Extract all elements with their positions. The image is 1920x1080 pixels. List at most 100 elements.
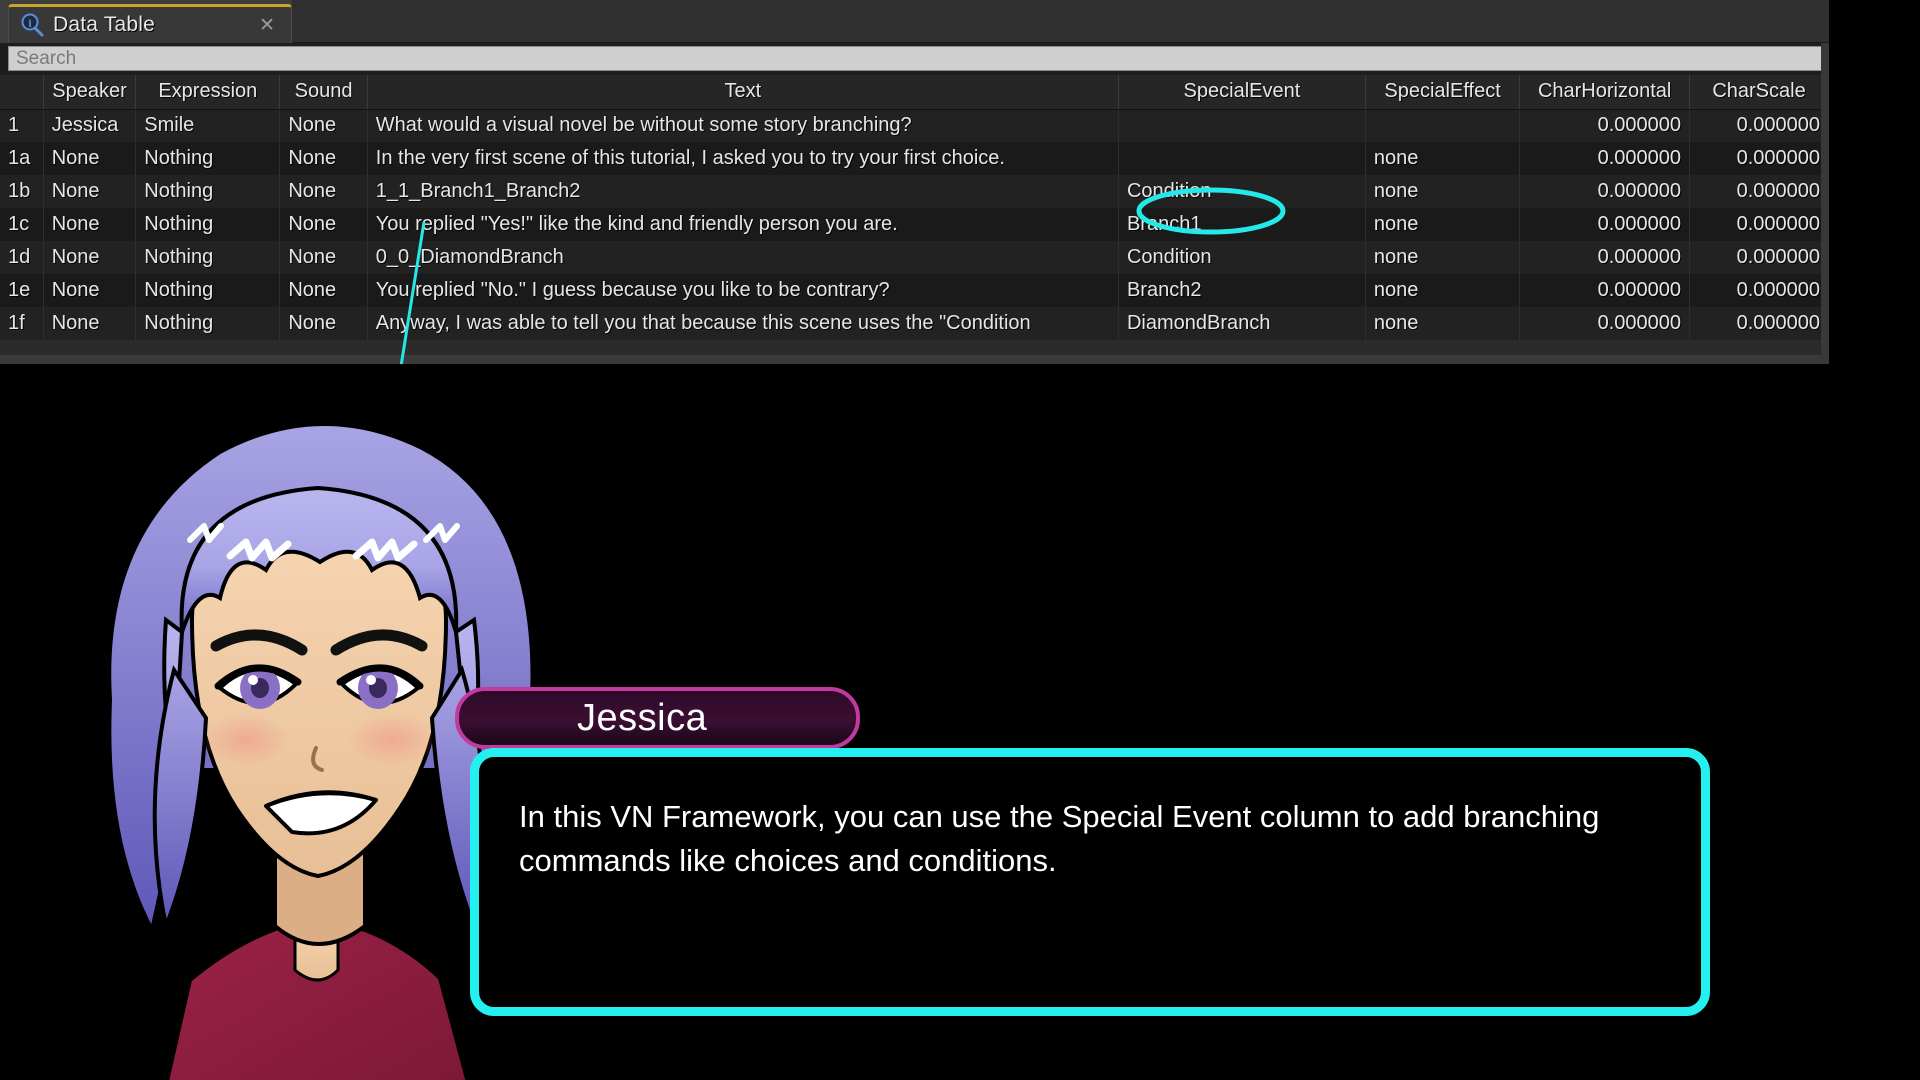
cell-sound[interactable]: None [279, 208, 368, 241]
cell-expression[interactable]: Nothing [135, 208, 281, 241]
column-header-text[interactable]: Text [367, 75, 1119, 110]
tab-strip-empty-area [292, 0, 1829, 43]
tab-data-table[interactable]: i Data Table ✕ [8, 4, 292, 43]
horizontal-scrollbar[interactable] [0, 355, 1829, 364]
cell-expression[interactable]: Nothing [135, 307, 281, 340]
column-header-specialeffect[interactable]: SpecialEffect [1365, 75, 1521, 110]
table-row[interactable]: 1e None Nothing None You replied "No." I gue… [0, 274, 1829, 307]
table-row[interactable]: 1a None Nothing None In the very first scene… [0, 142, 1829, 175]
column-header-sound[interactable]: Sound [279, 75, 368, 110]
cell-special-event[interactable]: Branch1 [1118, 208, 1366, 241]
data-table[interactable]: Speaker Expression Sound Text SpecialEve… [0, 75, 1829, 340]
cell-index[interactable]: 1a [0, 142, 44, 175]
dialogue-box[interactable]: In this VN Framework, you can use the Sp… [470, 748, 1710, 1016]
cell-speaker[interactable]: None [43, 175, 137, 208]
cell-special-effect[interactable]: none [1365, 274, 1521, 307]
cell-sound[interactable]: None [279, 142, 368, 175]
cell-char-scale[interactable]: 0.000000 [1689, 109, 1829, 142]
cell-expression[interactable]: Nothing [135, 274, 281, 307]
cell-sound[interactable]: None [279, 241, 368, 274]
cell-index[interactable]: 1f [0, 307, 44, 340]
cell-special-effect[interactable]: none [1365, 142, 1521, 175]
cell-speaker[interactable]: None [43, 274, 137, 307]
cell-special-event[interactable]: DiamondBranch [1118, 307, 1366, 340]
cell-index[interactable]: 1c [0, 208, 44, 241]
table-header: Speaker Expression Sound Text SpecialEve… [0, 75, 1829, 110]
cell-char-scale[interactable]: 0.000000 [1689, 274, 1829, 307]
table-body: 1 Jessica Smile None What would a visual nov… [0, 109, 1829, 340]
column-header-speaker[interactable]: Speaker [43, 75, 137, 110]
svg-text:i: i [28, 18, 31, 30]
cell-char-scale[interactable]: 0.000000 [1689, 208, 1829, 241]
cell-special-effect[interactable]: none [1365, 208, 1521, 241]
cell-sound[interactable]: None [279, 175, 368, 208]
column-header-specialevent[interactable]: SpecialEvent [1118, 75, 1366, 110]
cell-text[interactable]: You replied "No." I guess because you li… [367, 274, 1119, 307]
visual-novel-layer: Jessica In this VN Framework, you can us… [0, 364, 1920, 1080]
table-row[interactable]: 1c None Nothing None You replied "Yes!" like… [0, 208, 1829, 241]
cell-index[interactable]: 1d [0, 241, 44, 274]
cell-char-scale[interactable]: 0.000000 [1689, 142, 1829, 175]
cell-index[interactable]: 1e [0, 274, 44, 307]
cell-char-horizontal[interactable]: 0.000000 [1519, 241, 1691, 274]
cell-text[interactable]: In the very first scene of this tutorial… [367, 142, 1119, 175]
tab-label: Data Table [53, 13, 156, 36]
table-row[interactable]: 1d None Nothing None 0_0_DiamondBranch Condit… [0, 241, 1829, 274]
cell-text[interactable]: Anyway, I was able to tell you that beca… [367, 307, 1119, 340]
cell-text[interactable]: 0_0_DiamondBranch [367, 241, 1119, 274]
cell-expression[interactable]: Nothing [135, 142, 281, 175]
cell-char-horizontal[interactable]: 0.000000 [1519, 109, 1691, 142]
cell-special-effect[interactable] [1365, 109, 1521, 142]
cell-special-effect[interactable]: none [1365, 175, 1521, 208]
cell-char-scale[interactable]: 0.000000 [1689, 307, 1829, 340]
table-row[interactable]: 1b None Nothing None 1_1_Branch1_Branch2 Cond… [0, 175, 1829, 208]
cell-char-horizontal[interactable]: 0.000000 [1519, 307, 1691, 340]
dialogue-text: In this VN Framework, you can use the Sp… [519, 799, 1600, 879]
cell-speaker[interactable]: Jessica [43, 109, 137, 142]
table-row[interactable]: 1 Jessica Smile None What would a visual nov… [0, 109, 1829, 142]
close-icon[interactable]: ✕ [253, 16, 281, 35]
search-input[interactable]: Search [8, 46, 1823, 71]
column-header-charscale[interactable]: CharScale [1689, 75, 1829, 110]
cell-text[interactable]: What would a visual novel be without som… [367, 109, 1119, 142]
screen-root: i Data Table ✕ Search Speaker Expression… [0, 0, 1920, 1080]
vertical-scrollbar[interactable] [1821, 43, 1829, 364]
cell-expression[interactable]: Nothing [135, 175, 281, 208]
column-header-index[interactable] [0, 75, 44, 110]
column-header-expression[interactable]: Expression [135, 75, 281, 110]
cell-index[interactable]: 1 [0, 109, 44, 142]
cell-special-event[interactable]: Condition [1118, 175, 1366, 208]
cell-char-scale[interactable]: 0.000000 [1689, 175, 1829, 208]
data-table-editor-panel: i Data Table ✕ Search Speaker Expression… [0, 0, 1829, 364]
tab-strip: i Data Table ✕ [0, 0, 1829, 43]
cell-char-horizontal[interactable]: 0.000000 [1519, 274, 1691, 307]
speaker-name-box: Jessica [455, 687, 860, 749]
cell-speaker[interactable]: None [43, 142, 137, 175]
cell-special-event[interactable] [1118, 109, 1366, 142]
cell-sound[interactable]: None [279, 274, 368, 307]
cell-char-horizontal[interactable]: 0.000000 [1519, 175, 1691, 208]
cell-sound[interactable]: None [279, 109, 368, 142]
cell-index[interactable]: 1b [0, 175, 44, 208]
table-row[interactable]: 1f None Nothing None Anyway, I was able to t… [0, 307, 1829, 340]
search-row: Search [0, 43, 1829, 75]
cell-char-scale[interactable]: 0.000000 [1689, 241, 1829, 274]
cell-char-horizontal[interactable]: 0.000000 [1519, 142, 1691, 175]
cell-speaker[interactable]: None [43, 241, 137, 274]
cell-char-horizontal[interactable]: 0.000000 [1519, 208, 1691, 241]
cell-speaker[interactable]: None [43, 208, 137, 241]
cell-text[interactable]: You replied "Yes!" like the kind and fri… [367, 208, 1119, 241]
cell-text[interactable]: 1_1_Branch1_Branch2 [367, 175, 1119, 208]
cell-special-event[interactable] [1118, 142, 1366, 175]
cell-expression[interactable]: Smile [135, 109, 281, 142]
cell-special-event[interactable]: Branch2 [1118, 274, 1366, 307]
search-placeholder: Search [16, 47, 77, 69]
cell-special-effect[interactable]: none [1365, 241, 1521, 274]
cell-sound[interactable]: None [279, 307, 368, 340]
datatable-search-icon: i [19, 12, 45, 38]
cell-expression[interactable]: Nothing [135, 241, 281, 274]
cell-special-effect[interactable]: none [1365, 307, 1521, 340]
column-header-charhorizontal[interactable]: CharHorizontal [1519, 75, 1691, 110]
cell-speaker[interactable]: None [43, 307, 137, 340]
cell-special-event[interactable]: Condition [1118, 241, 1366, 274]
